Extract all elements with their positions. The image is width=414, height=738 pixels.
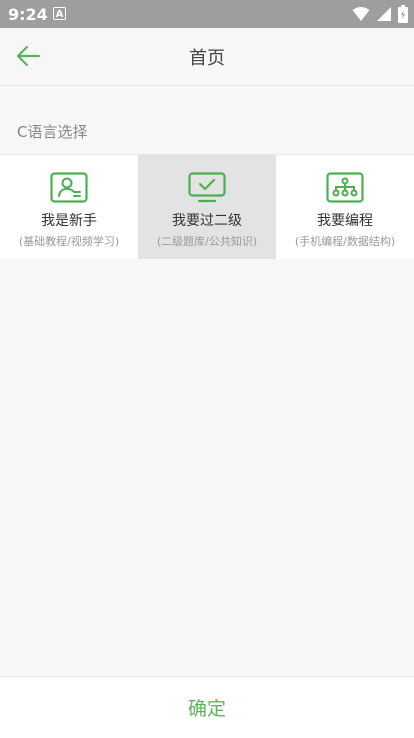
app-notification-icon: A [53, 7, 66, 20]
option-level-two[interactable]: 我要过二级 (二级题库/公共知识) [138, 155, 276, 259]
network-icon [326, 172, 364, 203]
option-beginner[interactable]: 我是新手 (基础教程/视频学习) [0, 155, 138, 259]
monitor-check-icon [188, 172, 226, 203]
option-programming[interactable]: 我要编程 (手机编程/数据结构) [276, 155, 414, 259]
status-icons [352, 5, 408, 23]
option-title: 我要编程 [317, 213, 373, 229]
person-card-icon [50, 172, 88, 203]
option-title: 我是新手 [41, 213, 97, 229]
status-bar: 9:24 A [0, 0, 414, 28]
signal-icon [377, 7, 391, 21]
battery-icon [398, 5, 408, 23]
option-row: 我是新手 (基础教程/视频学习) 我要过二级 (二级题库/公共知识) 我要编程 … [0, 154, 414, 259]
option-subtitle: (手机编程/数据结构) [294, 235, 396, 248]
option-title: 我要过二级 [172, 213, 242, 229]
app-bar: 首页 [0, 28, 414, 86]
section-label: C语言选择 [17, 123, 88, 141]
status-time: 9:24 [8, 5, 48, 24]
confirm-button[interactable]: 确定 [0, 694, 414, 721]
bottom-bar: 确定 [0, 676, 414, 738]
wifi-icon [352, 7, 370, 21]
option-subtitle: (基础教程/视频学习) [18, 235, 120, 248]
page-title: 首页 [189, 48, 225, 69]
option-subtitle: (二级题库/公共知识) [156, 235, 258, 248]
